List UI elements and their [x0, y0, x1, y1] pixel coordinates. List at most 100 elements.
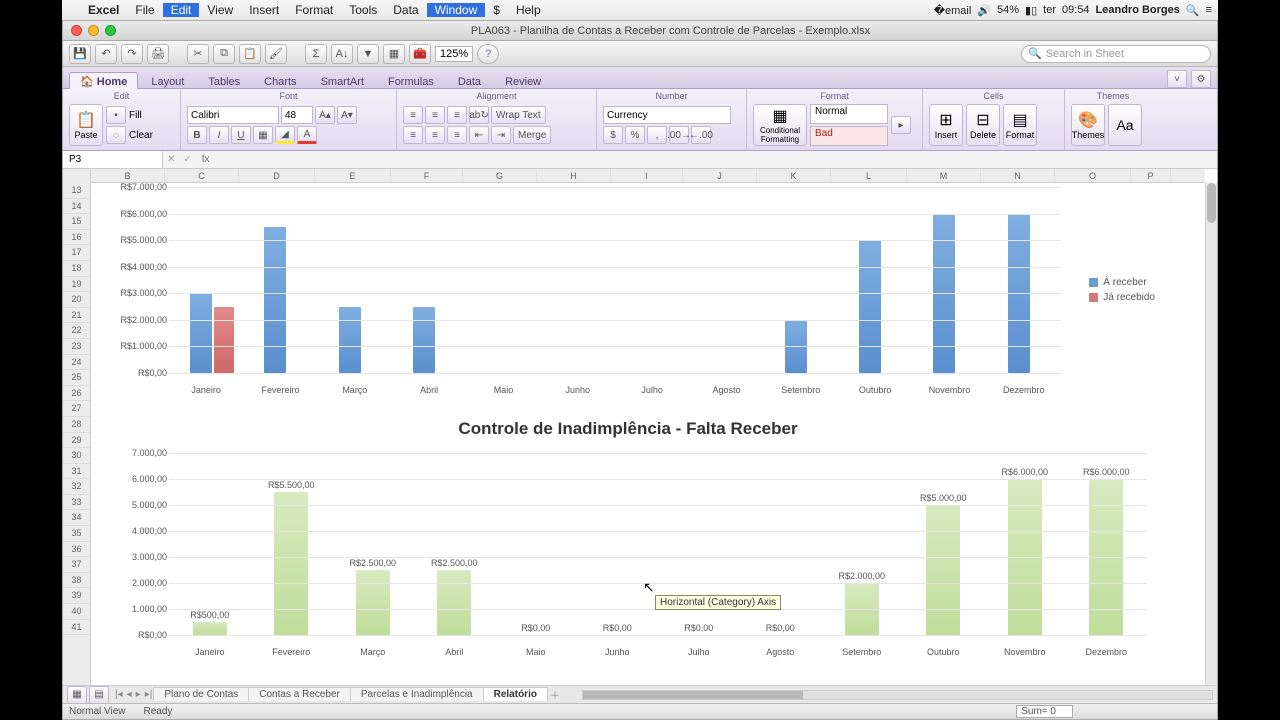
toolbox-icon[interactable]: 🧰	[409, 44, 431, 64]
row-header-35[interactable]: 35	[63, 526, 90, 542]
fill-button[interactable]: ▪	[106, 106, 126, 124]
sheet-tab-parcelas-e-inadimplência[interactable]: Parcelas e Inadimplência	[350, 687, 484, 701]
save-icon[interactable]: 💾	[69, 44, 91, 64]
row-header-36[interactable]: 36	[63, 542, 90, 558]
copy-icon[interactable]: ⧉	[213, 44, 235, 64]
col-header-D[interactable]: D	[239, 169, 315, 182]
menu-file[interactable]: File	[127, 3, 162, 17]
row-header-33[interactable]: 33	[63, 495, 90, 511]
col-header-F[interactable]: F	[391, 169, 463, 182]
decrease-decimal-icon[interactable]: ←.00	[691, 126, 711, 144]
row-header-25[interactable]: 25	[63, 370, 90, 386]
align-top-icon[interactable]: ≡	[403, 106, 423, 124]
filter-icon[interactable]: ▼	[357, 44, 379, 64]
conditional-formatting-button[interactable]: ▦Conditional Formatting	[753, 104, 807, 146]
row-header-39[interactable]: 39	[63, 588, 90, 604]
tab-nav-next-icon[interactable]: ▸	[134, 689, 143, 700]
underline-button[interactable]: U	[231, 126, 251, 144]
status-sum[interactable]: Sum= 0	[1016, 705, 1073, 718]
styles-expand-icon[interactable]: ▸	[891, 116, 911, 134]
percent-icon[interactable]: %	[625, 126, 645, 144]
menu-help[interactable]: Help	[508, 3, 549, 17]
align-middle-icon[interactable]: ≡	[425, 106, 445, 124]
ribbon-collapse-icon[interactable]: ˅	[1167, 70, 1187, 88]
col-header-E[interactable]: E	[315, 169, 391, 182]
chart-receber-vs-recebido[interactable]: A Receber vs Já Recebido R$7.000,00R$6.0…	[97, 183, 1159, 401]
notifications-icon[interactable]: ≡	[1206, 4, 1212, 16]
row-header-16[interactable]: 16	[63, 230, 90, 246]
chart1-legend[interactable]: À receber Já recebido	[1089, 273, 1155, 307]
insert-button[interactable]: ⊞Insert	[929, 104, 963, 146]
redo-icon[interactable]: ↷	[121, 44, 143, 64]
bar-receber-Março[interactable]	[339, 307, 361, 373]
bar-receber-Janeiro[interactable]	[190, 293, 212, 373]
style-bad[interactable]: Bad	[810, 126, 888, 146]
col-header-C[interactable]: C	[165, 169, 239, 182]
row-header-37[interactable]: 37	[63, 557, 90, 573]
fx-icon[interactable]: fx	[196, 154, 216, 165]
format-button[interactable]: ▤Format	[1003, 104, 1037, 146]
row-header-29[interactable]: 29	[63, 433, 90, 449]
accept-fx-icon[interactable]: ✓	[179, 154, 195, 165]
menu-tools[interactable]: Tools	[341, 3, 385, 17]
menu-$[interactable]: $	[485, 3, 508, 17]
volume-icon[interactable]: 🔊	[977, 4, 991, 17]
column-headers[interactable]: BCDEFGHIJKLMNOP	[91, 169, 1205, 183]
row-header-40[interactable]: 40	[63, 604, 90, 620]
zoom-select[interactable]: 125%	[435, 46, 473, 62]
col-header-O[interactable]: O	[1055, 169, 1131, 182]
row-header-17[interactable]: 17	[63, 245, 90, 261]
col-header-I[interactable]: I	[611, 169, 683, 182]
col-header-P[interactable]: P	[1131, 169, 1171, 182]
gallery-icon[interactable]: ▦	[383, 44, 405, 64]
cancel-fx-icon[interactable]: ✕	[163, 154, 179, 165]
wifi-icon[interactable]: �email	[934, 4, 972, 17]
worksheet-grid[interactable]: BCDEFGHIJKLMNOP 131415161718192021222324…	[63, 169, 1217, 685]
align-bottom-icon[interactable]: ≡	[447, 106, 467, 124]
row-header-38[interactable]: 38	[63, 573, 90, 589]
row-header-41[interactable]: 41	[63, 620, 90, 636]
col-header-K[interactable]: K	[757, 169, 831, 182]
row-header-31[interactable]: 31	[63, 464, 90, 480]
format-painter-icon[interactable]: 🖌	[265, 44, 287, 64]
row-header-18[interactable]: 18	[63, 261, 90, 277]
col-header-G[interactable]: G	[463, 169, 537, 182]
paste-button[interactable]: 📋Paste	[69, 104, 103, 146]
row-header-28[interactable]: 28	[63, 417, 90, 433]
bar-falta-Janeiro[interactable]	[193, 622, 227, 635]
clear-button[interactable]: ◌	[106, 126, 126, 144]
row-headers[interactable]: 1314151617181920212223242526272829303132…	[63, 169, 91, 685]
decrease-font-icon[interactable]: A▾	[337, 106, 357, 124]
chart2-x-axis[interactable]: JaneiroFevereiroMarçoAbrilMaioJunhoJulho…	[169, 647, 1147, 657]
bar-falta-Outubro[interactable]	[926, 505, 960, 635]
increase-font-icon[interactable]: A▴	[315, 106, 335, 124]
spotlight-icon[interactable]: 🔍	[1186, 4, 1200, 17]
add-sheet-icon[interactable]: ＋	[548, 687, 562, 702]
increase-decimal-icon[interactable]: .00→	[669, 126, 689, 144]
undo-icon[interactable]: ↶	[95, 44, 117, 64]
user-name[interactable]: Leandro Borges	[1096, 4, 1180, 16]
menu-window[interactable]: Window	[427, 3, 486, 17]
close-button[interactable]	[71, 25, 82, 36]
search-in-sheet[interactable]: 🔍 Search in Sheet	[1021, 45, 1211, 63]
cell-reference[interactable]: P3	[63, 151, 163, 168]
row-header-23[interactable]: 23	[63, 339, 90, 355]
border-button[interactable]: ▦	[253, 126, 273, 144]
col-header-H[interactable]: H	[537, 169, 611, 182]
col-header-B[interactable]: B	[91, 169, 165, 182]
orientation-icon[interactable]: ab↻	[469, 106, 489, 124]
row-header-30[interactable]: 30	[63, 448, 90, 464]
paste-icon[interactable]: 📋	[239, 44, 261, 64]
col-header-L[interactable]: L	[831, 169, 907, 182]
menu-view[interactable]: View	[199, 3, 241, 17]
number-format-select[interactable]: Currency	[603, 106, 731, 124]
row-header-19[interactable]: 19	[63, 277, 90, 293]
menu-format[interactable]: Format	[287, 3, 341, 17]
delete-button[interactable]: ⊟Delete	[966, 104, 1000, 146]
merge-button[interactable]: Merge	[513, 126, 551, 144]
battery-icon[interactable]: ▮▯	[1025, 4, 1037, 17]
bar-recebido-Janeiro[interactable]	[214, 307, 234, 373]
sheet-tab-relatório[interactable]: Relatório	[483, 687, 548, 701]
bold-button[interactable]: B	[187, 126, 207, 144]
vertical-scrollbar[interactable]	[1205, 183, 1217, 685]
